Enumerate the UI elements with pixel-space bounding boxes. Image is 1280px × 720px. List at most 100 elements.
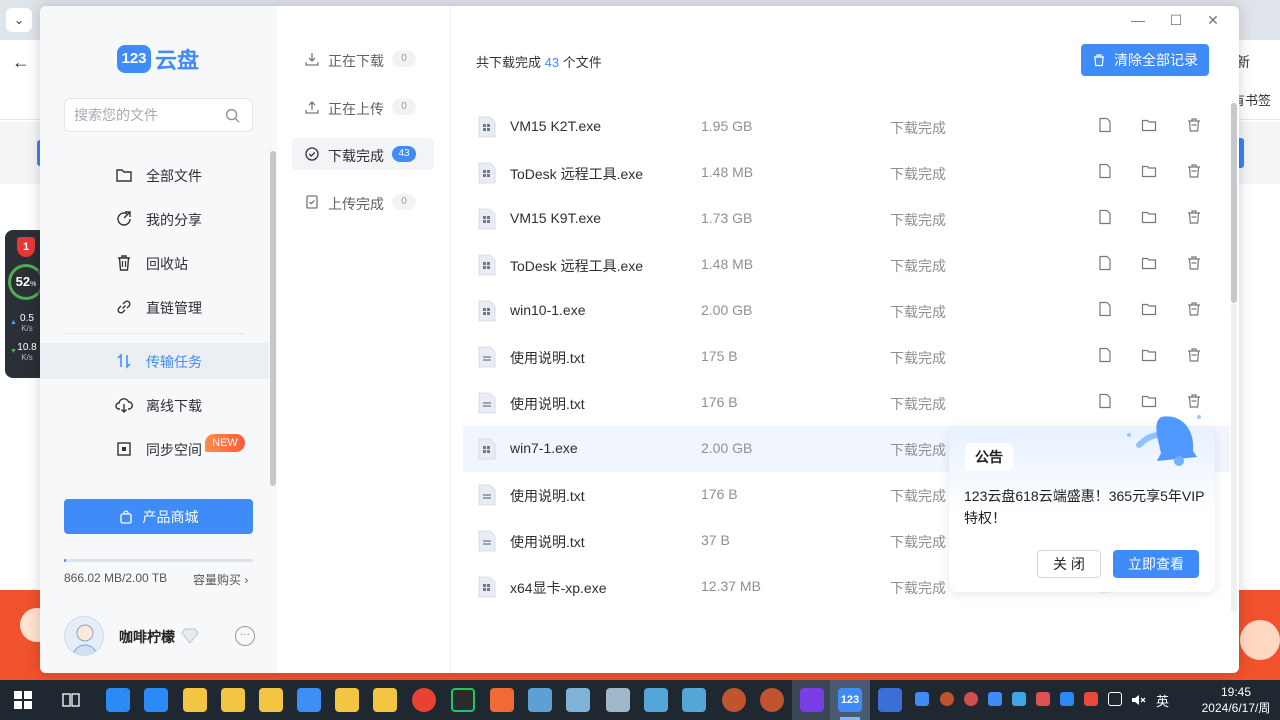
sidebar-scrollbar[interactable] [270,151,276,486]
app-icon[interactable] [760,688,784,712]
clear-all-records-button[interactable]: 清除全部记录 [1081,44,1209,76]
table-row[interactable]: ToDesk 远程工具.exe 1.48 MB 下载完成 [463,242,1230,288]
tab-menu-button[interactable]: ⌄ [6,8,32,32]
maximize-button[interactable]: ☐ [1166,12,1186,32]
qq-browser-icon[interactable] [106,688,130,712]
pycharm-icon[interactable] [451,688,475,712]
tray-shield-icon[interactable] [988,692,1002,706]
tray-app-icon[interactable] [1108,692,1122,706]
avatar[interactable] [64,616,104,656]
notice-close-button[interactable]: 关 闭 [1037,550,1101,578]
tray-app-icon[interactable] [964,692,978,706]
folder-icon[interactable] [373,688,397,712]
speaker-muted-icon[interactable] [1130,692,1146,708]
qq-browser-icon[interactable] [144,688,168,712]
sidebar-item-offline-download[interactable]: 离线下载 [40,387,269,423]
delete-record-icon[interactable] [1186,209,1202,225]
input-language[interactable]: 英 [1156,691,1169,710]
back-arrow-icon[interactable]: ← [12,52,30,73]
table-row[interactable]: win10-1.exe 2.00 GB 下载完成 [463,288,1230,334]
table-row[interactable]: VM15 K9T.exe 1.73 GB 下载完成 [463,196,1230,242]
file-size: 2.00 GB [701,440,753,456]
table-row[interactable]: ToDesk 远程工具.exe 1.48 MB 下载完成 [463,150,1230,196]
file-status: 下载完成 [890,304,946,320]
open-file-icon[interactable] [1097,117,1113,133]
tab-upload-complete[interactable]: 上传完成 0 [292,186,434,218]
open-folder-icon[interactable] [1141,209,1157,225]
tab-uploading[interactable]: 正在上传 0 [292,91,434,123]
search-input[interactable] [74,105,214,125]
delete-record-icon[interactable] [1186,117,1202,133]
download-icon [305,53,319,66]
chrome-icon[interactable] [412,688,436,712]
tray-cloud-icon[interactable] [915,692,929,706]
tool-icon[interactable] [528,688,552,712]
sidebar-item-recycle-bin[interactable]: 回收站 [40,245,269,281]
storage-usage: 866.02 MB/2.00 TB [64,571,168,585]
tab-downloading[interactable]: 正在下载 0 [292,43,434,75]
exe-file-icon [478,300,496,322]
delete-record-icon[interactable] [1186,255,1202,271]
announcement-popup: 公告 123云盘618云端盛惠！365元享5年VIP特权！ 关 闭 立即查看 [949,415,1215,592]
tray-volume-icon[interactable] [1036,692,1050,706]
sync-icon [117,442,131,456]
folder-icon[interactable] [183,688,207,712]
folder-icon[interactable] [259,688,283,712]
image-app-icon[interactable] [490,688,514,712]
delete-record-icon[interactable] [1186,301,1202,317]
clock[interactable]: 19:45 2024/6/17/周一 [1196,684,1276,720]
minimize-button[interactable]: — [1128,12,1148,32]
scrollbar-track [1231,303,1237,613]
open-file-icon[interactable] [1097,209,1113,225]
open-folder-icon[interactable] [1141,255,1157,271]
tray-app-icon[interactable] [1060,692,1074,706]
table-row[interactable]: 使用说明.txt 175 B 下载完成 [463,334,1230,380]
tray-app-icon[interactable] [1012,692,1026,706]
task-view-icon[interactable] [62,691,80,709]
file-size: 175 B [701,348,738,364]
search-icon[interactable] [225,108,240,123]
vs-icon[interactable] [800,688,824,712]
network-app-icon[interactable] [878,688,902,712]
file-status: 下载完成 [890,166,946,182]
bell-icon [1127,415,1201,466]
open-folder-icon[interactable] [1141,117,1157,133]
delete-record-icon[interactable] [1186,347,1202,363]
file-name: VM15 K9T.exe [510,210,602,226]
123-cloud-icon[interactable]: 123 [838,688,862,712]
notice-view-button[interactable]: 立即查看 [1113,550,1199,578]
buy-capacity-link[interactable]: 容量购买 › [193,571,248,588]
sidebar-item-direct-link[interactable]: 直链管理 [40,289,269,325]
more-icon[interactable]: ··· [235,626,255,646]
windows-start-icon[interactable] [14,691,32,709]
folder-icon[interactable] [335,688,359,712]
tab-download-complete[interactable]: 下载完成 43 [292,138,434,170]
sidebar-item-all-files[interactable]: 全部文件 [40,157,269,193]
count-badge: 43 [392,146,416,162]
tray-app-icon[interactable] [1084,692,1098,706]
open-file-icon[interactable] [1097,347,1113,363]
sidebar-item-label: 回收站 [146,256,188,272]
app-icon[interactable] [722,688,746,712]
delete-record-icon[interactable] [1186,163,1202,179]
app-icon[interactable] [644,688,668,712]
tool-icon[interactable] [566,688,590,712]
sidebar-item-transfer-tasks[interactable]: 传输任务 [40,343,269,379]
download-icon[interactable] [297,688,321,712]
app-icon[interactable] [682,688,706,712]
remote-icon[interactable] [606,688,630,712]
product-store-button[interactable]: 产品商城 [64,499,253,534]
tray-app-icon[interactable] [940,692,954,706]
open-file-icon[interactable] [1097,301,1113,317]
close-button[interactable]: ✕ [1203,12,1223,32]
open-file-icon[interactable] [1097,163,1113,179]
file-list-scrollbar[interactable] [1231,103,1237,303]
file-name: win10-1.exe [510,302,586,318]
open-file-icon[interactable] [1097,255,1113,271]
open-folder-icon[interactable] [1141,301,1157,317]
sidebar-item-my-share[interactable]: 我的分享 [40,201,269,237]
open-folder-icon[interactable] [1141,163,1157,179]
open-folder-icon[interactable] [1141,347,1157,363]
table-row[interactable]: VM15 K2T.exe 1.95 GB 下载完成 [463,104,1230,150]
folder-icon[interactable] [221,688,245,712]
